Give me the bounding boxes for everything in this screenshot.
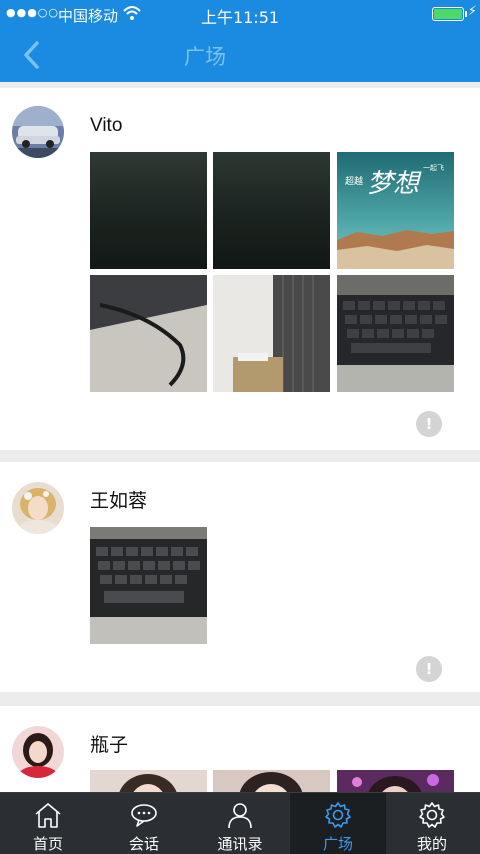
post-image[interactable] <box>337 275 454 392</box>
square-icon <box>325 802 351 828</box>
tab-bar: 首页 会话 通讯录 广场 我的 <box>0 792 480 854</box>
settings-icon <box>419 802 445 828</box>
tab-label: 广场 <box>322 835 353 853</box>
tab-contacts[interactable]: 通讯录 <box>192 793 288 854</box>
avatar[interactable] <box>12 106 64 158</box>
post-username[interactable]: 王如蓉 <box>90 486 147 513</box>
battery-icon <box>432 7 464 21</box>
svg-text:梦想: 梦想 <box>367 169 422 199</box>
clock: 上午11:51 <box>200 8 280 27</box>
tab-label: 会话 <box>128 835 159 853</box>
post-username[interactable]: Vito <box>90 115 122 137</box>
svg-text:超越: 超越 <box>345 175 363 187</box>
post-image[interactable] <box>90 275 207 392</box>
post-card: 瓶子 <box>0 706 480 792</box>
nav-bar: 广场 <box>0 28 480 82</box>
tab-square[interactable]: 广场 <box>290 793 386 854</box>
charging-icon: ⚡ <box>467 4 477 19</box>
post-image[interactable]: 超越 梦想 一起飞 <box>337 152 454 269</box>
post-image[interactable] <box>90 770 207 792</box>
tab-mine[interactable]: 我的 <box>384 793 480 854</box>
more-button[interactable]: ! <box>416 656 442 682</box>
svg-text:一起飞: 一起飞 <box>423 164 444 172</box>
page-title: 广场 <box>184 45 226 69</box>
post-image[interactable] <box>337 770 454 792</box>
post-card: 王如蓉 ! <box>0 462 480 692</box>
tab-chat[interactable]: 会话 <box>96 793 192 854</box>
tab-home[interactable]: 首页 <box>0 793 96 854</box>
tab-label: 我的 <box>416 835 447 853</box>
avatar[interactable] <box>12 726 64 778</box>
home-icon <box>35 803 61 828</box>
post-image[interactable] <box>213 152 330 269</box>
post-card: Vito 超越 梦想 一起飞 ! <box>0 88 480 450</box>
tab-label: 通讯录 <box>217 835 263 853</box>
chat-icon <box>131 804 157 827</box>
tab-label: 首页 <box>32 835 63 853</box>
avatar[interactable] <box>12 482 64 534</box>
feed[interactable]: Vito 超越 梦想 一起飞 ! 王如蓉 ! 瓶子 <box>0 82 480 792</box>
post-image[interactable] <box>90 152 207 269</box>
post-username[interactable]: 瓶子 <box>90 730 128 757</box>
post-image[interactable] <box>213 275 330 392</box>
post-image[interactable] <box>213 770 330 792</box>
contacts-icon <box>228 803 252 829</box>
more-button[interactable]: ! <box>416 411 442 437</box>
status-bar: ●●●○○ 中国移动 上午11:51 ⚡ <box>0 0 480 28</box>
post-image[interactable] <box>90 527 207 644</box>
